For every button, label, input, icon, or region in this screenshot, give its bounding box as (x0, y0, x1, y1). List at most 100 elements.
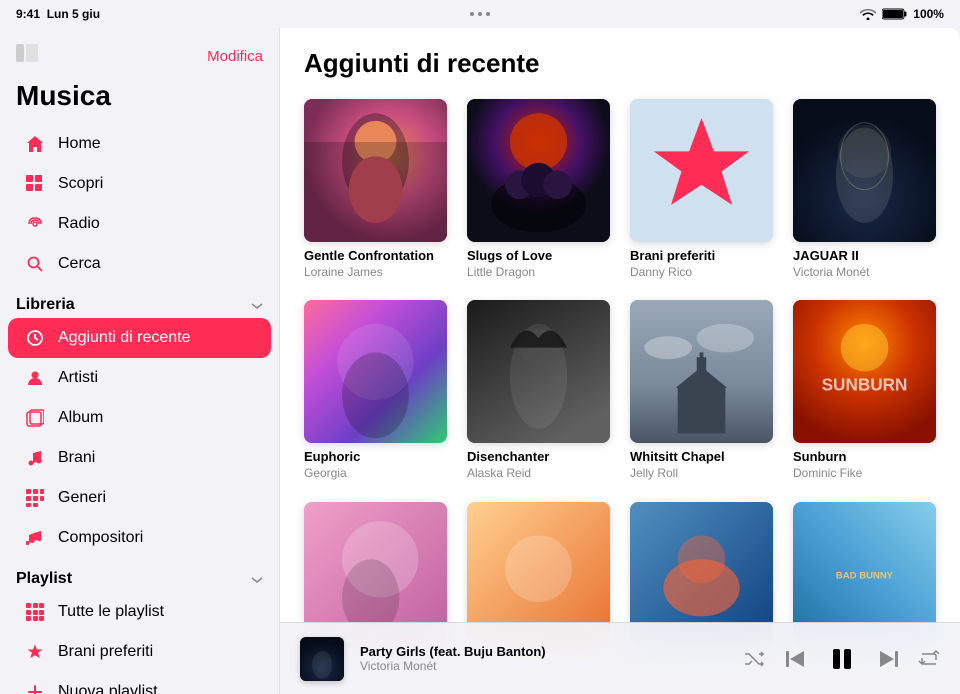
compositori-label: Compositori (58, 529, 143, 547)
sidebar: Modifica Musica Home Scopri (0, 28, 280, 694)
libreria-title: Libreria (16, 296, 75, 314)
album-cover-brani-preferiti (630, 99, 773, 242)
status-center (470, 12, 490, 16)
radio-icon (24, 213, 46, 235)
sidebar-app-title: Musica (0, 76, 279, 124)
generi-icon (24, 487, 46, 509)
main-title: Aggiunti di recente (304, 48, 936, 79)
generi-label: Generi (58, 489, 106, 507)
nuova-playlist-label: Nuova playlist (58, 683, 158, 694)
aggiunti-label: Aggiunti di recente (58, 329, 191, 347)
modify-button[interactable]: Modifica (207, 48, 263, 65)
albums-grid: Gentle Confrontation Loraine James (304, 99, 936, 651)
brani-preferiti-label: Brani preferiti (58, 643, 153, 661)
album-artist-euphoric: Georgia (304, 466, 447, 482)
sidebar-header: Modifica (0, 44, 279, 76)
album-brani-preferiti[interactable]: Brani preferiti Danny Rico (630, 99, 773, 280)
sidebar-nav-scopri[interactable]: Scopri (8, 164, 271, 204)
album-artist-sunburn: Dominic Fike (793, 466, 936, 482)
album-title-euphoric: Euphoric (304, 449, 447, 466)
now-playing-album-art[interactable] (300, 637, 344, 681)
home-label: Home (58, 135, 101, 153)
artisti-icon (24, 367, 46, 389)
cerca-icon (24, 253, 46, 275)
libreria-chevron (251, 297, 263, 313)
album-title-whitsitt-chapel: Whitsitt Chapel (630, 449, 773, 466)
album-title-brani-preferiti: Brani preferiti (630, 248, 773, 265)
shuffle-button[interactable] (744, 650, 766, 668)
sidebar-item-brani-preferiti[interactable]: Brani preferiti (8, 632, 271, 672)
sidebar-nav-cerca[interactable]: Cerca (8, 244, 271, 284)
album-jaguar-ii[interactable]: JAGUAR II Victoria Monét (793, 99, 936, 280)
battery-percent: 100% (913, 7, 944, 21)
album-slugs-of-love[interactable]: Slugs of Love Little Dragon (467, 99, 610, 280)
album-cover-sunburn: SUNBURN (793, 300, 936, 443)
repeat-button[interactable] (918, 650, 940, 668)
cerca-label: Cerca (58, 255, 101, 273)
sidebar-toggle-icon[interactable] (16, 44, 38, 68)
libreria-section-header[interactable]: Libreria (0, 284, 279, 318)
album-euphoric[interactable]: Euphoric Georgia (304, 300, 447, 481)
album-label: Album (58, 409, 103, 427)
plus-icon (24, 681, 46, 694)
compositori-icon (24, 527, 46, 549)
playlist-chevron (251, 571, 263, 587)
sidebar-nav-radio[interactable]: Radio (8, 204, 271, 244)
app-container: Modifica Musica Home Scopri (0, 28, 960, 694)
radio-label: Radio (58, 215, 100, 233)
album-whitsitt-chapel[interactable]: Whitsitt Chapel Jelly Roll (630, 300, 773, 481)
scopri-icon (24, 173, 46, 195)
album-title-disenchanter: Disenchanter (467, 449, 610, 466)
sidebar-item-nuova-playlist[interactable]: Nuova playlist (8, 672, 271, 694)
album-cover-slugs-of-love (467, 99, 610, 242)
album-title-sunburn: Sunburn (793, 449, 936, 466)
battery-icon (882, 8, 907, 20)
album-cover-disenchanter (467, 300, 610, 443)
now-playing-artist: Victoria Monét (360, 659, 728, 673)
pause-button[interactable] (828, 645, 856, 673)
wifi-icon (860, 8, 876, 20)
album-cover-gentle-confrontation (304, 99, 447, 242)
playlist-section-header[interactable]: Playlist (0, 558, 279, 592)
prev-button[interactable] (786, 650, 808, 668)
album-artist-gentle-confrontation: Loraine James (304, 265, 447, 281)
album-artist-slugs-of-love: Little Dragon (467, 265, 610, 281)
tutte-playlist-label: Tutte le playlist (58, 603, 164, 621)
sidebar-item-compositori[interactable]: Compositori (8, 518, 271, 558)
album-disenchanter[interactable]: Disenchanter Alaska Reid (467, 300, 610, 481)
album-gentle-confrontation[interactable]: Gentle Confrontation Loraine James (304, 99, 447, 280)
artisti-label: Artisti (58, 369, 98, 387)
brani-label: Brani (58, 449, 95, 467)
player-controls (744, 645, 940, 673)
home-icon (24, 133, 46, 155)
album-icon (24, 407, 46, 429)
album-artist-jaguar-ii: Victoria Monét (793, 265, 936, 281)
status-right: 100% (860, 7, 944, 21)
status-time: 9:41 Lun 5 giu (16, 7, 100, 21)
album-cover-whitsitt-chapel (630, 300, 773, 443)
sidebar-item-artisti[interactable]: Artisti (8, 358, 271, 398)
now-playing-bar: Party Girls (feat. Buju Banton) Victoria… (280, 622, 960, 694)
sidebar-item-generi[interactable]: Generi (8, 478, 271, 518)
album-sunburn[interactable]: SUNBURN Sunburn Dominic Fike (793, 300, 936, 481)
album-cover-euphoric (304, 300, 447, 443)
album-title-slugs-of-love: Slugs of Love (467, 248, 610, 265)
album-artist-whitsitt-chapel: Jelly Roll (630, 466, 773, 482)
sidebar-item-tutte-playlist[interactable]: Tutte le playlist (8, 592, 271, 632)
album-title-gentle-confrontation: Gentle Confrontation (304, 248, 447, 265)
sidebar-item-brani[interactable]: Brani (8, 438, 271, 478)
album-artist-brani-preferiti: Danny Rico (630, 265, 773, 281)
clock-icon (24, 327, 46, 349)
brani-icon (24, 447, 46, 469)
svg-text:BAD BUNNY: BAD BUNNY (836, 570, 894, 581)
next-button[interactable] (876, 650, 898, 668)
sidebar-nav-home[interactable]: Home (8, 124, 271, 164)
sidebar-item-aggiunti-recente[interactable]: Aggiunti di recente (8, 318, 271, 358)
album-artist-disenchanter: Alaska Reid (467, 466, 610, 482)
sidebar-item-album[interactable]: Album (8, 398, 271, 438)
album-cover-jaguar-ii (793, 99, 936, 242)
album-title-jaguar-ii: JAGUAR II (793, 248, 936, 265)
svg-text:SUNBURN: SUNBURN (822, 375, 908, 395)
main-content: Aggiunti di recente (280, 28, 960, 694)
playlist-title: Playlist (16, 570, 72, 588)
